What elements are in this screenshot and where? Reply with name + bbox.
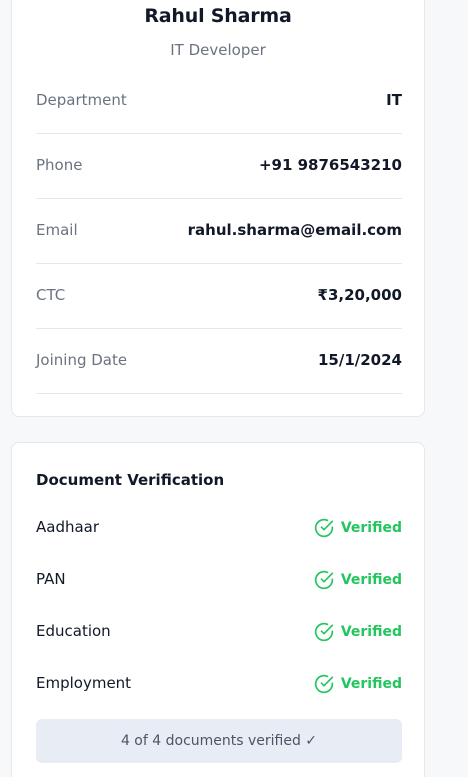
- joining-date-label: Joining Date: [36, 351, 128, 369]
- email-label: Email: [36, 221, 78, 239]
- verified-status: Verified: [314, 620, 402, 644]
- phone-label: Phone: [36, 156, 83, 174]
- check-circle-icon: [314, 570, 333, 590]
- check-circle-icon: [314, 518, 333, 538]
- info-row-department: Department IT: [36, 69, 402, 134]
- info-row-joining-date: Joining Date 15/1/2024: [36, 329, 402, 394]
- document-verification-card: Document Verification Aadhaar Verified P…: [11, 442, 425, 777]
- info-row-ctc: CTC ₹3,20,000: [36, 264, 402, 329]
- document-name: Aadhaar: [36, 518, 100, 536]
- status-label: Verified: [340, 520, 402, 536]
- document-row-employment: Employment Verified: [36, 672, 402, 696]
- document-row-aadhaar: Aadhaar Verified: [36, 516, 402, 540]
- verification-summary: 4 of 4 documents verified ✓: [36, 719, 402, 763]
- status-label: Verified: [340, 676, 402, 692]
- status-label: Verified: [340, 624, 402, 640]
- check-circle-icon: [314, 622, 333, 642]
- document-row-education: Education Verified: [36, 620, 402, 644]
- info-row-phone: Phone +91 9876543210: [36, 134, 402, 199]
- verified-status: Verified: [314, 568, 402, 592]
- verification-summary-text: 4 of 4 documents verified ✓: [120, 733, 318, 749]
- verified-status: Verified: [314, 516, 402, 540]
- document-name: Employment: [36, 674, 132, 692]
- ctc-value: ₹3,20,000: [317, 286, 402, 304]
- verified-status: Verified: [314, 672, 402, 696]
- department-value: IT: [386, 91, 402, 109]
- document-verification-title: Document Verification: [36, 471, 225, 489]
- employee-name: Rahul Sharma: [144, 5, 292, 27]
- profile-card: Rahul Sharma IT Developer Department IT …: [11, 0, 425, 417]
- ctc-label: CTC: [36, 286, 66, 304]
- document-name: PAN: [36, 570, 66, 588]
- employee-role: IT Developer: [170, 41, 266, 59]
- email-value: rahul.sharma@email.com: [187, 221, 402, 239]
- page: Rahul Sharma IT Developer Department IT …: [0, 0, 468, 777]
- phone-value: +91 9876543210: [258, 156, 402, 174]
- document-row-pan: PAN Verified: [36, 568, 402, 592]
- check-circle-icon: [314, 674, 333, 694]
- document-name: Education: [36, 622, 111, 640]
- status-label: Verified: [340, 572, 402, 588]
- department-label: Department: [36, 91, 127, 109]
- joining-date-value: 15/1/2024: [317, 351, 402, 369]
- info-row-email: Email rahul.sharma@email.com: [36, 199, 402, 264]
